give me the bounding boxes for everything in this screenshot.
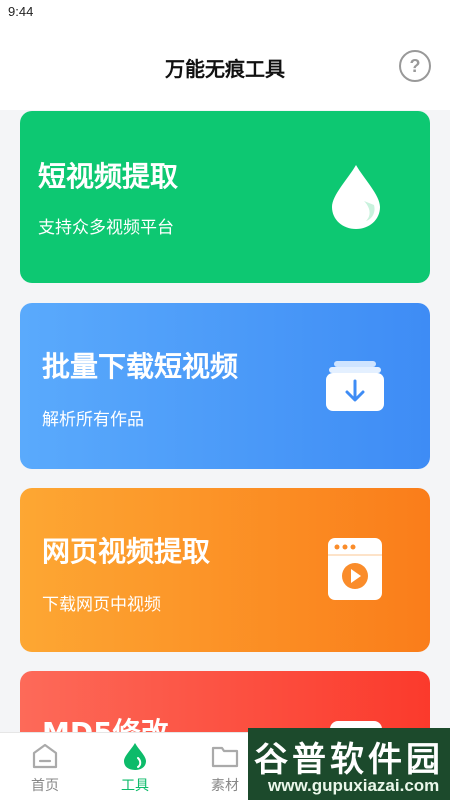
card-subtitle: 支持众多视频平台 xyxy=(38,218,174,238)
watermark: 谷普软件园 www.gupuxiazai.com xyxy=(248,728,450,800)
batch-download-icon xyxy=(326,361,384,411)
page-title: 万能无痕工具 xyxy=(165,57,285,81)
help-icon: ? xyxy=(409,55,421,76)
card-subtitle: 下载网页中视频 xyxy=(42,595,161,615)
card-batch-download[interactable]: 批量下载短视频 解析所有作品 xyxy=(20,303,430,469)
card-subtitle: 解析所有作品 xyxy=(42,410,144,430)
header: 万能无痕工具 ? xyxy=(0,26,450,110)
home-icon xyxy=(32,743,58,769)
web-video-icon xyxy=(328,538,382,600)
card-title: 批量下载短视频 xyxy=(42,350,239,383)
card-title: 短视频提取 xyxy=(38,160,179,193)
watermark-text: 谷普软件园 xyxy=(254,740,444,780)
nav-tools-label: 工具 xyxy=(121,778,149,794)
watermark-url: www.gupuxiazai.com xyxy=(268,776,440,795)
help-button[interactable]: ? xyxy=(399,50,431,82)
folder-icon xyxy=(211,746,239,768)
nav-materials-label: 素材 xyxy=(211,778,239,794)
water-drop-icon xyxy=(332,165,380,229)
nav-home[interactable]: 首页 xyxy=(15,733,75,800)
nav-home-label: 首页 xyxy=(31,778,59,794)
card-short-video-extract[interactable]: 短视频提取 支持众多视频平台 xyxy=(20,111,430,283)
status-bar: 9:44 xyxy=(0,0,450,26)
nav-materials[interactable]: 素材 xyxy=(195,733,255,800)
card-web-video-extract[interactable]: 网页视频提取 下载网页中视频 xyxy=(20,488,430,652)
card-title: 网页视频提取 xyxy=(42,535,211,568)
status-time: 9:44 xyxy=(8,4,34,19)
drop-icon xyxy=(124,743,146,770)
nav-tools[interactable]: 工具 xyxy=(105,733,165,800)
